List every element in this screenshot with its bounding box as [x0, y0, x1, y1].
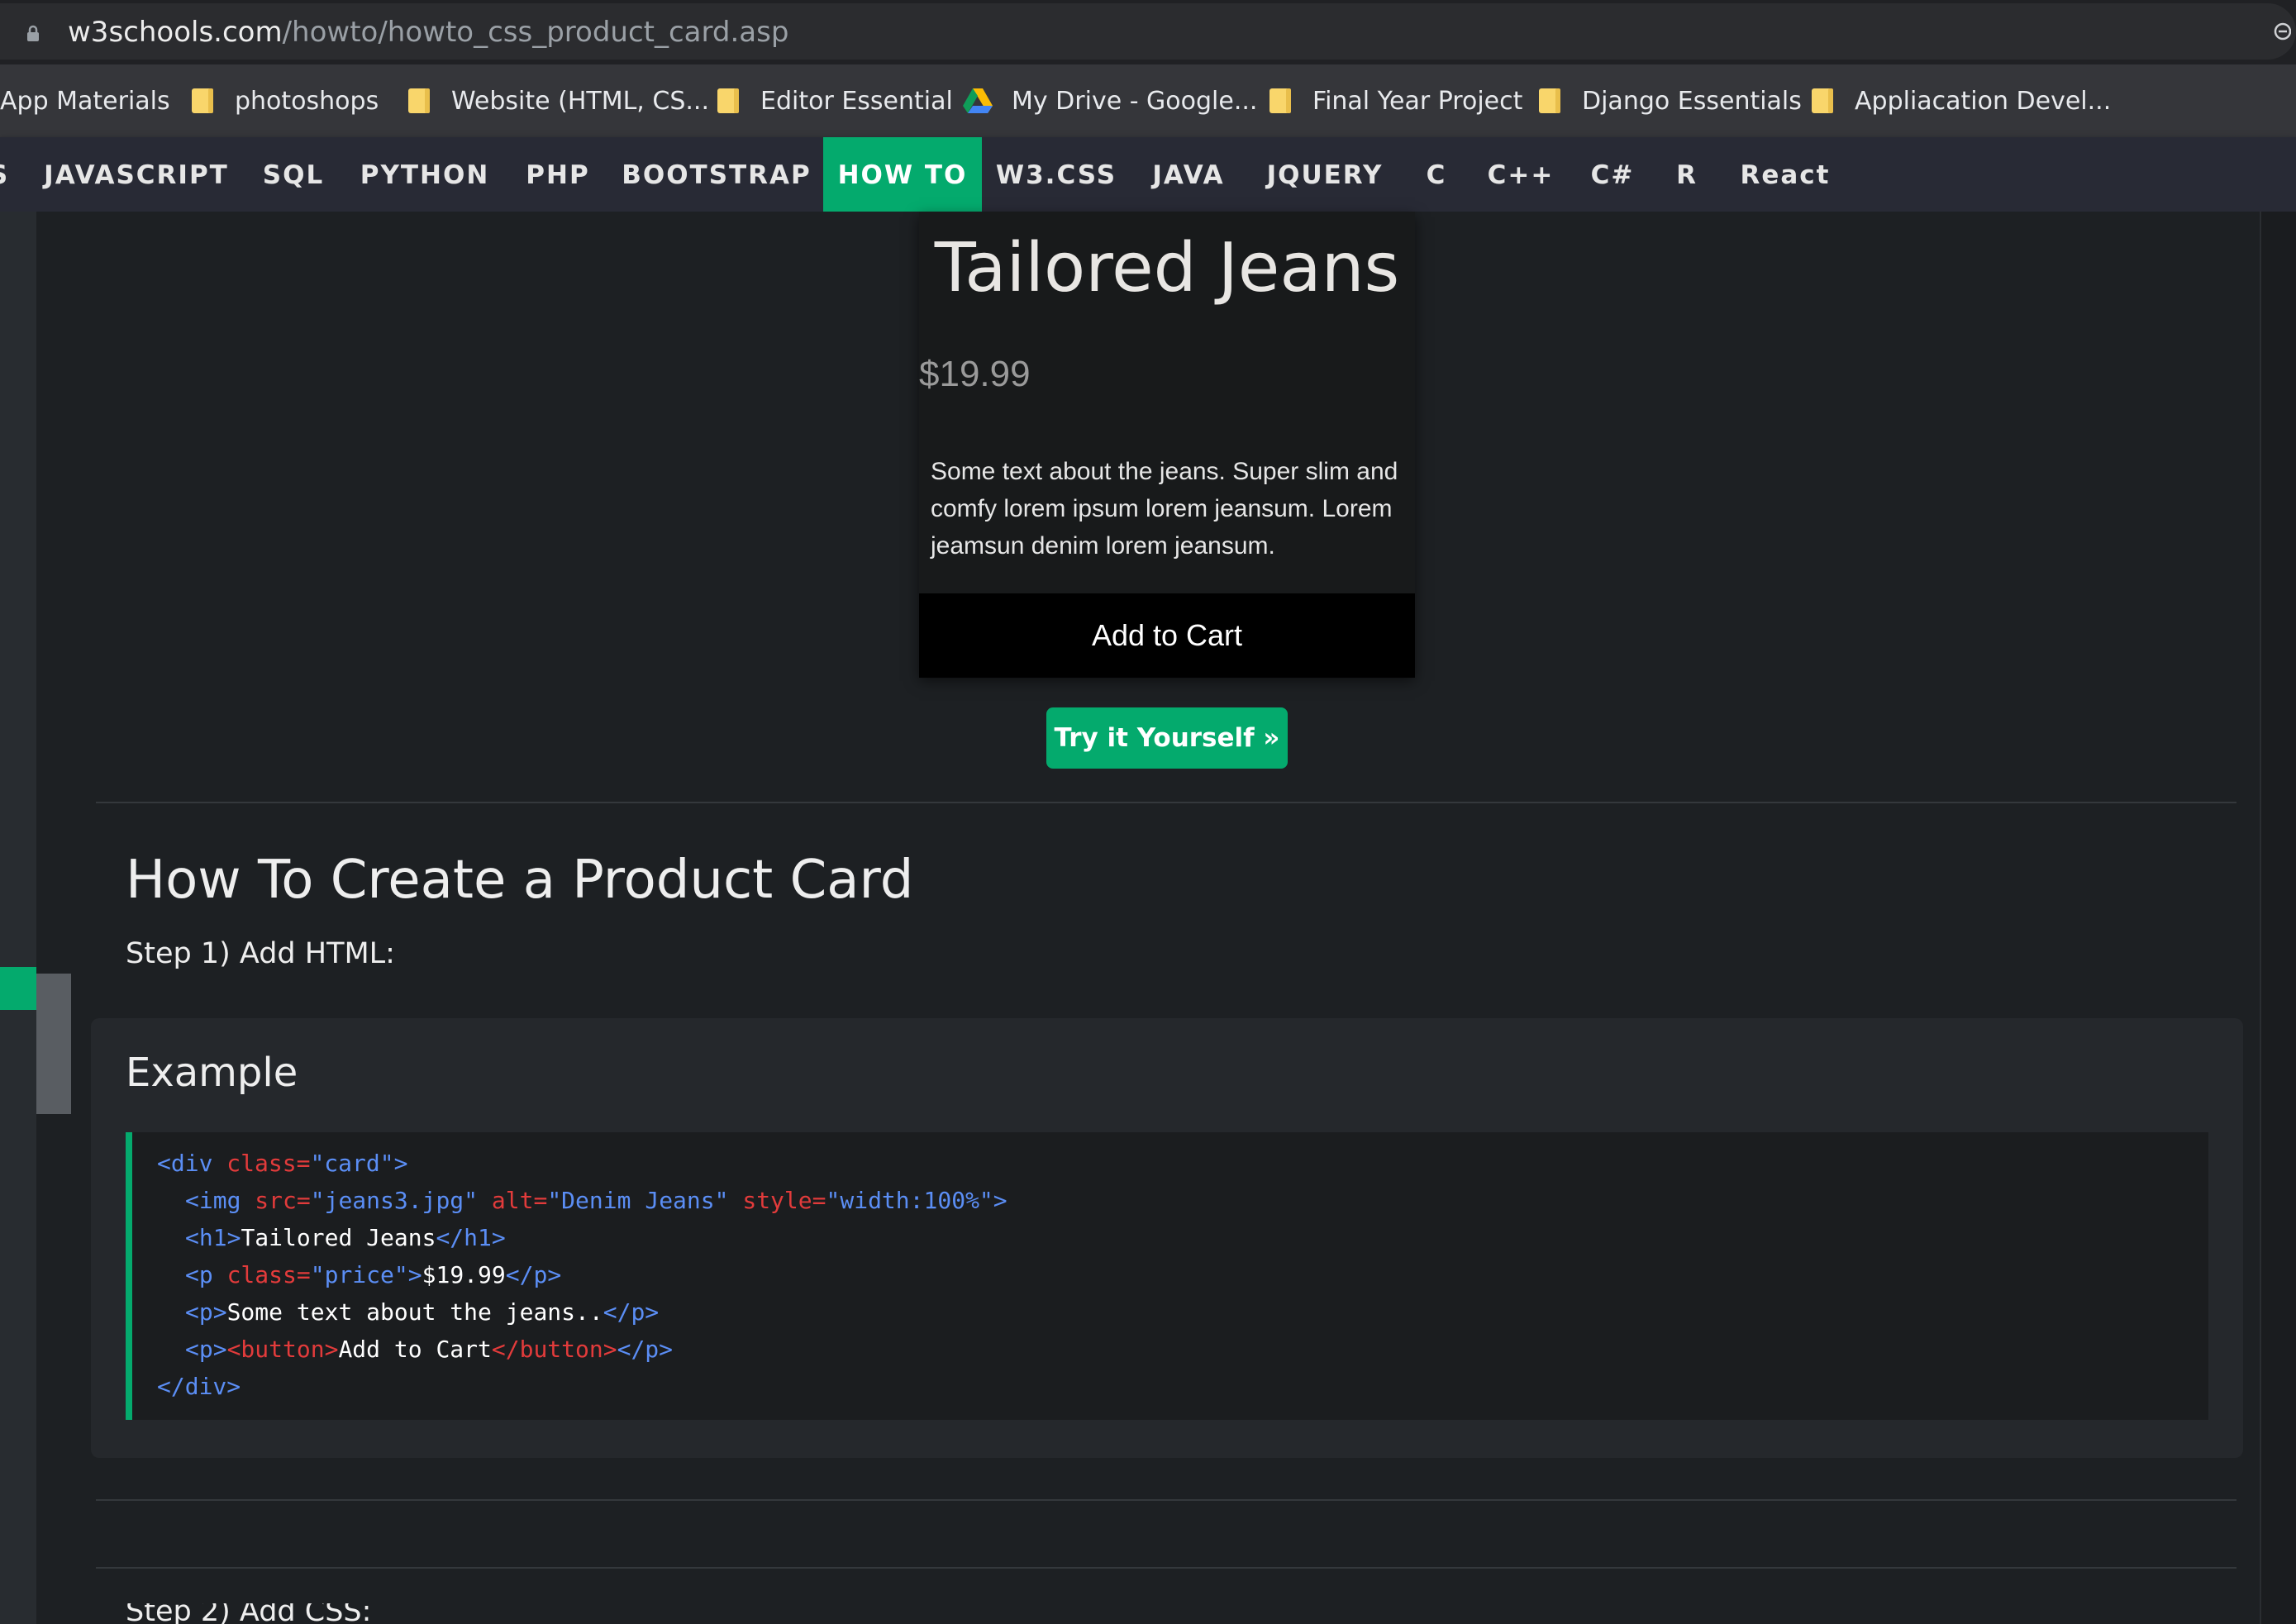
bookmark-editor-essential[interactable]: Editor Essential: [716, 83, 953, 119]
bookmarks-bar: App Materials photoshops Website (HTML, …: [0, 64, 2296, 138]
nav-item-bootstrap[interactable]: BOOTSTRAP: [622, 137, 812, 212]
step-1-label: Step 1) Add HTML:: [126, 937, 395, 970]
card-price: $19.99: [919, 354, 1031, 394]
code-line: <h1>Tailored Jeans</h1>: [185, 1224, 506, 1251]
divider: [96, 1499, 2236, 1501]
code-line: <div class="card">: [157, 1150, 408, 1177]
folder-icon: [408, 88, 430, 113]
nav-item-jquery[interactable]: JQUERY: [1260, 137, 1390, 212]
bookmark-photoshops[interactable]: photoshops: [190, 83, 379, 119]
browser-address-bar: w3schools.com/howto/howto_css_product_ca…: [0, 0, 2296, 64]
step-2-clip: Step 2) Add CSS:: [0, 1603, 2296, 1624]
example-title: Example: [126, 1050, 298, 1096]
folder-icon: [192, 88, 213, 113]
url-domain: w3schools.com: [68, 16, 283, 49]
bookmark-label: My Drive - Google...: [1012, 86, 1258, 116]
code-line: <p class="price">$19.99</p>: [185, 1261, 562, 1288]
bookmark-label: Final Year Project: [1312, 86, 1523, 116]
bookmark-label: Website (HTML, CS...: [451, 86, 709, 116]
nav-item-w3css[interactable]: W3.CSS: [995, 137, 1117, 212]
folder-icon: [1269, 88, 1291, 113]
bookmark-django-essentials[interactable]: Django Essentials: [1537, 83, 1802, 119]
nav-item-java[interactable]: JAVA: [1146, 137, 1231, 212]
nav-item-php[interactable]: PHP: [512, 137, 603, 212]
code-line: <p>Some text about the jeans..</p>: [185, 1298, 660, 1326]
section-title: How To Create a Product Card: [126, 850, 914, 911]
bookmark-final-year-project[interactable]: Final Year Project: [1268, 83, 1522, 119]
folder-icon: [717, 88, 739, 113]
bookmark-label: Django Essentials: [1582, 86, 1802, 116]
card-description: Some text about the jeans. Super slim an…: [931, 458, 1398, 560]
bookmark-label: Appliacation Devel...: [1855, 86, 2112, 116]
nav-item-c[interactable]: C: [1418, 137, 1455, 212]
divider: [96, 802, 2236, 803]
bookmark-application-devel[interactable]: Appliacation Devel...: [1810, 83, 2111, 119]
code-line: <img src="jeans3.jpg" alt="Denim Jeans" …: [185, 1187, 1007, 1214]
nav-item-r[interactable]: R: [1666, 137, 1708, 212]
nav-item-csharp[interactable]: C#: [1584, 137, 1641, 212]
add-to-cart-button[interactable]: Add to Cart: [919, 593, 1415, 678]
folder-icon: [1539, 88, 1560, 113]
bookmark-website[interactable]: Website (HTML, CS...: [407, 83, 709, 119]
code-line: <p><button>Add to Cart</button></p>: [185, 1336, 674, 1363]
nav-item-react[interactable]: React: [1736, 137, 1835, 212]
bookmark-label: App Materials: [0, 86, 170, 116]
url-path: /howto/howto_css_product_card.asp: [282, 16, 789, 49]
url-field[interactable]: w3schools.com/howto/howto_css_product_ca…: [0, 3, 2296, 60]
nav-item-sql[interactable]: SQL: [248, 137, 339, 212]
nav-item-javascript[interactable]: JAVASCRIPT: [33, 137, 240, 212]
zoom-icon[interactable]: [2271, 21, 2291, 41]
right-sidebar: [2260, 212, 2296, 1624]
step-2-label: Step 2) Add CSS:: [126, 1603, 372, 1624]
left-sidebar-gutter: [36, 212, 73, 1624]
sidebar-scrollbar-thumb[interactable]: [36, 974, 71, 1114]
lock-icon: [27, 25, 39, 41]
google-drive-icon: [963, 88, 993, 113]
bookmark-app-materials[interactable]: App Materials: [0, 83, 170, 119]
url-text: w3schools.com/howto/howto_css_product_ca…: [68, 16, 788, 49]
folder-icon: [1812, 88, 1833, 113]
divider: [96, 1567, 2236, 1569]
bookmark-label: photoshops: [235, 86, 379, 116]
nav-item-how-to[interactable]: HOW TO: [823, 137, 982, 212]
card-title: Tailored Jeans: [934, 229, 1400, 307]
try-it-yourself-button[interactable]: Try it Yourself »: [1046, 707, 1288, 769]
code-line: </div>: [157, 1373, 241, 1400]
code-block: <div class="card"> <img src="jeans3.jpg"…: [126, 1132, 2208, 1420]
bookmark-my-drive[interactable]: My Drive - Google...: [962, 83, 1257, 119]
nav-item-cpp[interactable]: C++: [1479, 137, 1562, 212]
nav-item-python[interactable]: PYTHON: [355, 137, 494, 212]
sidebar-active-marker: [0, 967, 36, 1010]
top-navigation: S JAVASCRIPT SQL PYTHON PHP BOOTSTRAP HO…: [0, 137, 2296, 212]
bookmark-label: Editor Essential: [760, 86, 953, 116]
nav-item-css[interactable]: S: [0, 137, 12, 212]
